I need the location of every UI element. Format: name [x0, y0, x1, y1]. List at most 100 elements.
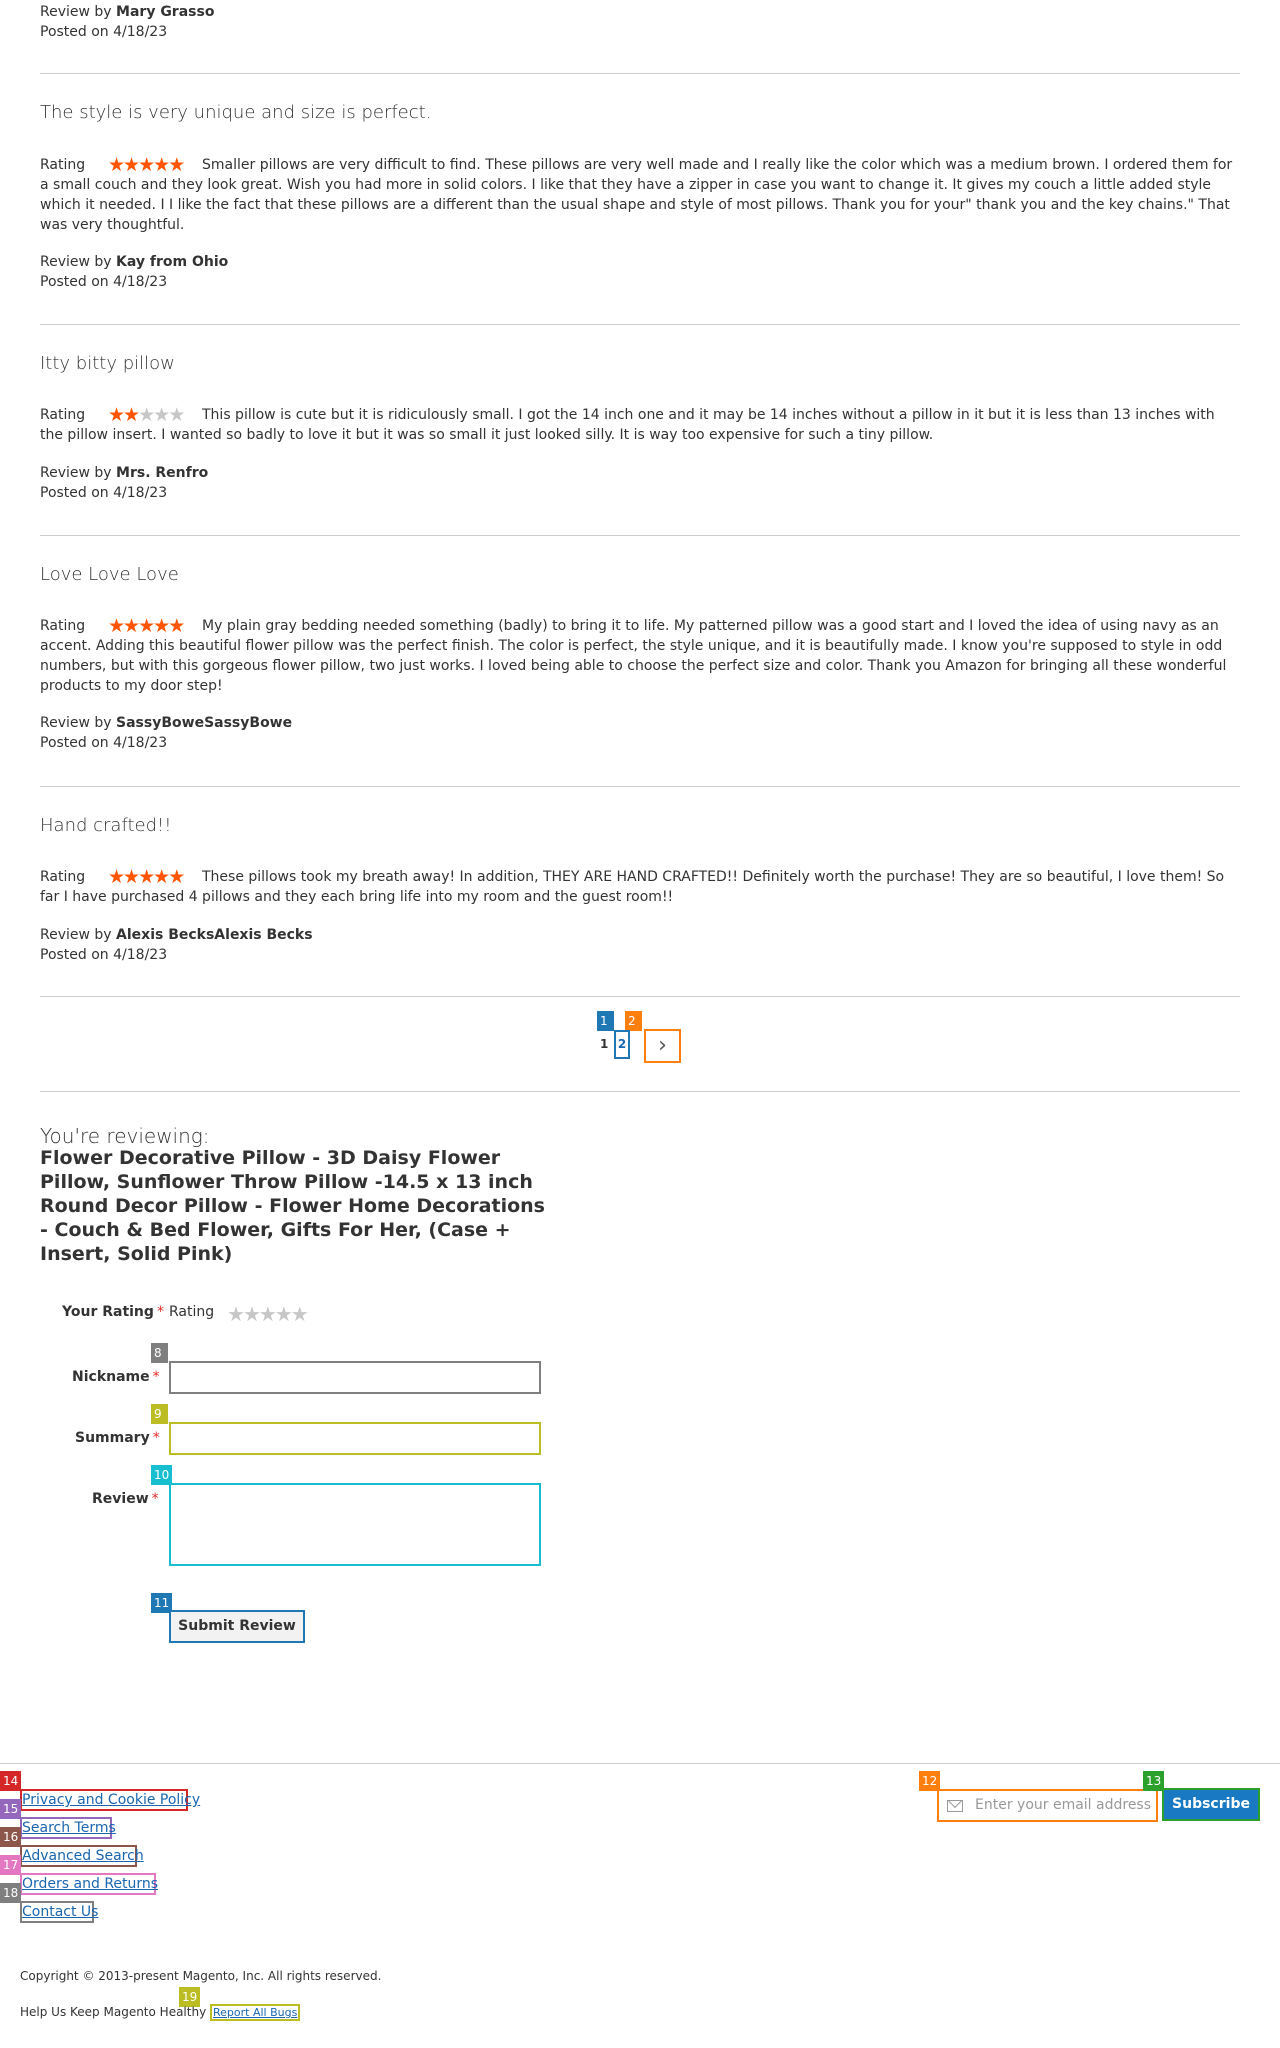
- review-date: Posted on 4/18/23: [40, 274, 168, 290]
- star-icon: ★: [153, 615, 170, 637]
- subscribe-button[interactable]: Subscribe: [1162, 1788, 1260, 1821]
- star-icon[interactable]: ★: [275, 1302, 293, 1326]
- required-mark: *: [151, 1491, 159, 1507]
- review-text: Smaller pillows are very difficult to fi…: [40, 157, 1233, 233]
- review-author: Mrs. Renfro: [116, 465, 209, 481]
- star-icon: ★: [108, 154, 125, 176]
- page-link-2[interactable]: 2: [614, 1030, 630, 1059]
- field-label: Review: [92, 1491, 149, 1507]
- review-title: Itty bitty pillow: [40, 353, 175, 374]
- star-icon: ★: [138, 615, 155, 637]
- divider: [40, 73, 1240, 74]
- help-us-text: Help Us Keep Magento Healthy Report All …: [20, 2004, 301, 2021]
- next-page-button[interactable]: ›: [644, 1029, 681, 1063]
- star-icon: ★: [123, 866, 140, 888]
- copyright: Copyright © 2013-present Magento, Inc. A…: [20, 1969, 382, 1983]
- review-text: This pillow is cute but it is ridiculous…: [40, 407, 1215, 443]
- divider: [40, 786, 1240, 787]
- review-meta: Review by SassyBoweSassyBowe Posted on 4…: [40, 713, 292, 753]
- report-bugs-link[interactable]: Report All Bugs: [210, 2004, 301, 2021]
- review-by-label: Review by: [40, 465, 112, 481]
- divider: [40, 996, 1240, 997]
- star-icon: ★: [138, 866, 155, 888]
- star-icon[interactable]: ★: [243, 1302, 261, 1326]
- star-icon: ★: [123, 615, 140, 637]
- review-title: Love Love Love: [40, 564, 179, 585]
- newsletter-placeholder: Enter your email address: [975, 1797, 1152, 1813]
- divider: [40, 1091, 1240, 1092]
- review-by-label: Review by: [40, 927, 112, 943]
- field-label: Nickname: [72, 1369, 150, 1385]
- review-by-label: Review by: [40, 715, 112, 731]
- element-badge: 12: [919, 1771, 941, 1791]
- star-icon: ★: [168, 404, 185, 426]
- rating-label: Rating: [40, 407, 86, 423]
- help-text: Help Us Keep Magento Healthy: [20, 2005, 207, 2019]
- review-by-label: Review by: [40, 4, 112, 20]
- star-icon: ★: [138, 404, 155, 426]
- review-meta: Review by Mary Grasso Posted on 4/18/23: [40, 2, 1240, 42]
- review-author: Alexis BecksAlexis Becks: [116, 927, 313, 943]
- star-icon: ★: [123, 154, 140, 176]
- element-badge: 18: [0, 1883, 22, 1903]
- review-meta: Review by Mrs. Renfro Posted on 4/18/23: [40, 463, 208, 503]
- element-badge: 10: [151, 1465, 173, 1485]
- search-terms-link[interactable]: Search Terms: [20, 1817, 116, 1839]
- privacy-cookie-policy-link[interactable]: Privacy and Cookie Policy: [20, 1789, 200, 1811]
- star-icon: ★: [168, 866, 185, 888]
- review-author: SassyBoweSassyBowe: [116, 715, 293, 731]
- element-badge: 1: [597, 1011, 614, 1031]
- review-text: My plain gray bedding needed something (…: [40, 618, 1227, 694]
- review-title: Hand crafted!!: [40, 815, 172, 836]
- element-badge: 14: [0, 1771, 22, 1791]
- review-content: Rating ★★★★★ My plain gray bedding neede…: [40, 616, 1240, 696]
- star-icon[interactable]: ★: [259, 1302, 277, 1326]
- divider: [40, 535, 1240, 536]
- star-icon: ★: [153, 866, 170, 888]
- required-mark: *: [156, 1304, 164, 1320]
- nickname-input[interactable]: [169, 1361, 541, 1394]
- summary-label: Summary *: [75, 1428, 160, 1448]
- review-textarea[interactable]: [169, 1483, 541, 1566]
- element-badge: 8: [151, 1343, 168, 1363]
- contact-us-link[interactable]: Contact Us: [20, 1901, 98, 1923]
- required-mark: *: [152, 1430, 160, 1446]
- orders-returns-link[interactable]: Orders and Returns: [20, 1873, 158, 1895]
- divider: [40, 324, 1240, 325]
- product-name: Flower Decorative Pillow - 3D Daisy Flow…: [40, 1147, 545, 1265]
- rating-label: Rating: [40, 157, 86, 173]
- rating-stars: ★★★★★: [108, 867, 202, 887]
- field-label: Summary: [75, 1430, 150, 1446]
- rating-stars: ★★★★★: [108, 405, 202, 425]
- star-icon[interactable]: ★: [227, 1302, 245, 1326]
- nickname-label: Nickname *: [72, 1367, 160, 1387]
- star-icon: ★: [108, 615, 125, 637]
- element-badge: 15: [0, 1799, 22, 1819]
- review-item: Love Love Love Rating ★★★★★ My plain gra…: [40, 535, 1240, 785]
- review-author: Mary Grasso: [116, 4, 215, 20]
- star-icon: ★: [153, 154, 170, 176]
- submit-review-button[interactable]: Submit Review: [169, 1610, 305, 1643]
- element-badge: 16: [0, 1827, 22, 1847]
- advanced-search-link[interactable]: Advanced Search: [20, 1845, 144, 1867]
- element-badge: 17: [0, 1855, 22, 1875]
- star-icon[interactable]: ★: [291, 1302, 309, 1326]
- field-label: Your Rating: [62, 1304, 154, 1320]
- rating-input[interactable]: ★★★★★: [227, 1300, 309, 1329]
- element-badge: 9: [151, 1404, 168, 1424]
- your-rating-label: Your Rating *: [62, 1302, 164, 1322]
- summary-input[interactable]: [169, 1422, 541, 1455]
- star-icon: ★: [168, 615, 185, 637]
- star-icon: ★: [123, 404, 140, 426]
- review-meta: Review by Kay from Ohio Posted on 4/18/2…: [40, 252, 228, 292]
- pagination: 1 2 1 2 ›: [590, 1011, 790, 1063]
- review-item: The style is very unique and size is per…: [40, 73, 1240, 323]
- review-meta: Review by Alexis BecksAlexis Becks Poste…: [40, 925, 313, 965]
- element-badge: 2: [625, 1011, 642, 1031]
- review-content: Rating ★★★★★ These pillows took my breat…: [40, 867, 1240, 907]
- newsletter-email-input[interactable]: Enter your email address: [937, 1789, 1158, 1822]
- rating-stars: ★★★★★: [108, 616, 202, 636]
- required-mark: *: [152, 1369, 160, 1385]
- footer-divider: [0, 1763, 1280, 1764]
- star-icon: ★: [108, 404, 125, 426]
